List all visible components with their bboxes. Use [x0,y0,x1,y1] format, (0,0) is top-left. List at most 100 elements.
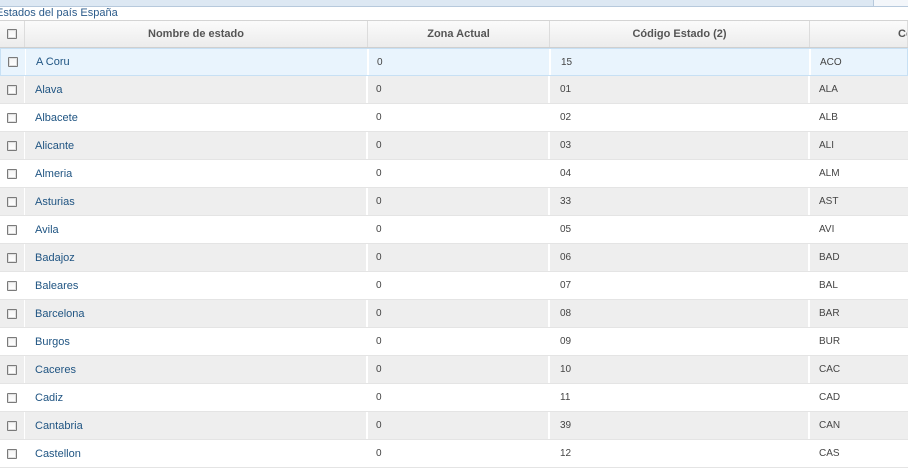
state-name-cell: Barcelona [25,300,368,327]
row-checkbox[interactable] [7,196,17,207]
column-header-code2[interactable]: Código Estado (2) [550,21,810,47]
table-row[interactable]: Cantabria 0 39 CAN [0,412,908,440]
table-row[interactable]: A Coru 0 15 ACO [0,48,908,76]
zone-cell: 0 [368,104,550,131]
code2-cell: 08 [550,300,810,327]
select-all-cell [0,21,25,47]
row-checkbox[interactable] [7,364,17,375]
state-name-link[interactable]: Baleares [35,280,78,292]
state-name-link[interactable]: Alicante [35,140,74,152]
code2-cell: 11 [550,384,810,411]
table-row[interactable]: Burgos 0 09 BUR [0,328,908,356]
code3-cell: AVI [819,224,835,235]
table-row[interactable]: Caceres 0 10 CAC [0,356,908,384]
code2-cell: 39 [550,412,810,439]
table-row[interactable]: Avila 0 05 AVI [0,216,908,244]
state-name-cell: A Coru [26,49,369,75]
row-select-cell [0,384,25,411]
state-name-link[interactable]: Albacete [35,112,78,124]
row-checkbox[interactable] [7,140,17,151]
table-row[interactable]: Albacete 0 02 ALB [0,104,908,132]
table-row[interactable]: Almeria 0 04 ALM [0,160,908,188]
code3-cell: ALM [819,168,840,179]
zone-cell: 0 [368,412,550,439]
state-name-link[interactable]: Burgos [35,336,70,348]
breadcrumb-text: Estados del país España [0,7,118,19]
row-select-cell [0,356,25,383]
row-checkbox[interactable] [7,308,17,319]
row-select-cell [1,49,26,75]
row-checkbox[interactable] [7,280,17,291]
state-name-link[interactable]: Avila [35,224,59,236]
column-header-state-name[interactable]: Nombre de estado [25,21,368,47]
top-toolbar-strip [0,0,908,7]
zone-cell: 0 [368,76,550,103]
row-select-cell [0,440,25,467]
column-header-code3[interactable]: Có [810,21,908,47]
row-checkbox[interactable] [7,448,17,459]
row-select-cell [0,188,25,215]
code3-cell: BUR [819,336,841,347]
state-name-link[interactable]: Castellon [35,448,81,460]
code3-cell: ALB [819,112,838,123]
row-checkbox[interactable] [7,420,17,431]
table-row[interactable]: Cadiz 0 11 CAD [0,384,908,412]
row-checkbox[interactable] [7,84,17,95]
zone-cell: 0 [368,440,550,467]
table-row[interactable]: Alava 0 01 ALA [0,76,908,104]
code2-cell: 09 [550,328,810,355]
state-name-cell: Cadiz [25,384,368,411]
zone-cell: 0 [369,49,551,75]
zone-cell: 0 [368,328,550,355]
code3-cell: BAD [819,252,840,263]
state-name-cell: Cantabria [25,412,368,439]
row-checkbox[interactable] [7,336,17,347]
table-row[interactable]: Baleares 0 07 BAL [0,272,908,300]
code3-cell: BAL [819,280,838,291]
code3-cell: ALI [819,140,835,151]
code3-cell: ALA [819,84,838,95]
state-name-link[interactable]: Almeria [35,168,72,180]
zone-cell: 0 [368,272,550,299]
row-select-cell [0,272,25,299]
zone-cell: 0 [368,384,550,411]
state-name-link[interactable]: Badajoz [35,252,75,264]
state-name-link[interactable]: Cantabria [35,420,83,432]
row-checkbox[interactable] [7,392,17,403]
table-row[interactable]: Castellon 0 12 CAS [0,440,908,468]
row-checkbox[interactable] [7,252,17,263]
state-name-link[interactable]: A Coru [36,56,70,68]
code3-cell: AST [819,196,839,207]
zone-cell: 0 [368,356,550,383]
state-name-cell: Caceres [25,356,368,383]
row-checkbox[interactable] [7,112,17,123]
zone-cell: 0 [368,216,550,243]
state-name-cell: Alava [25,76,368,103]
table-row[interactable]: Badajoz 0 06 BAD [0,244,908,272]
zone-cell: 0 [368,132,550,159]
select-all-checkbox[interactable] [7,29,17,39]
code2-cell: 07 [550,272,810,299]
breadcrumb: Estados del país España [0,7,118,20]
row-checkbox[interactable] [8,57,18,67]
state-name-link[interactable]: Cadiz [35,392,63,404]
column-header-zone[interactable]: Zona Actual [368,21,550,47]
row-checkbox[interactable] [7,168,17,179]
toolbar-tab[interactable] [873,0,908,6]
code2-cell: 06 [550,244,810,271]
table-row[interactable]: Barcelona 0 08 BAR [0,300,908,328]
states-table: Nombre de estado Zona Actual Código Esta… [0,20,908,468]
row-select-cell [0,104,25,131]
table-row[interactable]: Alicante 0 03 ALI [0,132,908,160]
row-checkbox[interactable] [7,224,17,235]
row-select-cell [0,160,25,187]
table-row[interactable]: Asturias 0 33 AST [0,188,908,216]
state-name-link[interactable]: Alava [35,84,63,96]
state-name-link[interactable]: Asturias [35,196,75,208]
zone-cell: 0 [368,160,550,187]
code2-cell: 15 [551,49,811,75]
zone-cell: 0 [368,188,550,215]
state-name-link[interactable]: Caceres [35,364,76,376]
state-name-cell: Almeria [25,160,368,187]
state-name-link[interactable]: Barcelona [35,308,85,320]
